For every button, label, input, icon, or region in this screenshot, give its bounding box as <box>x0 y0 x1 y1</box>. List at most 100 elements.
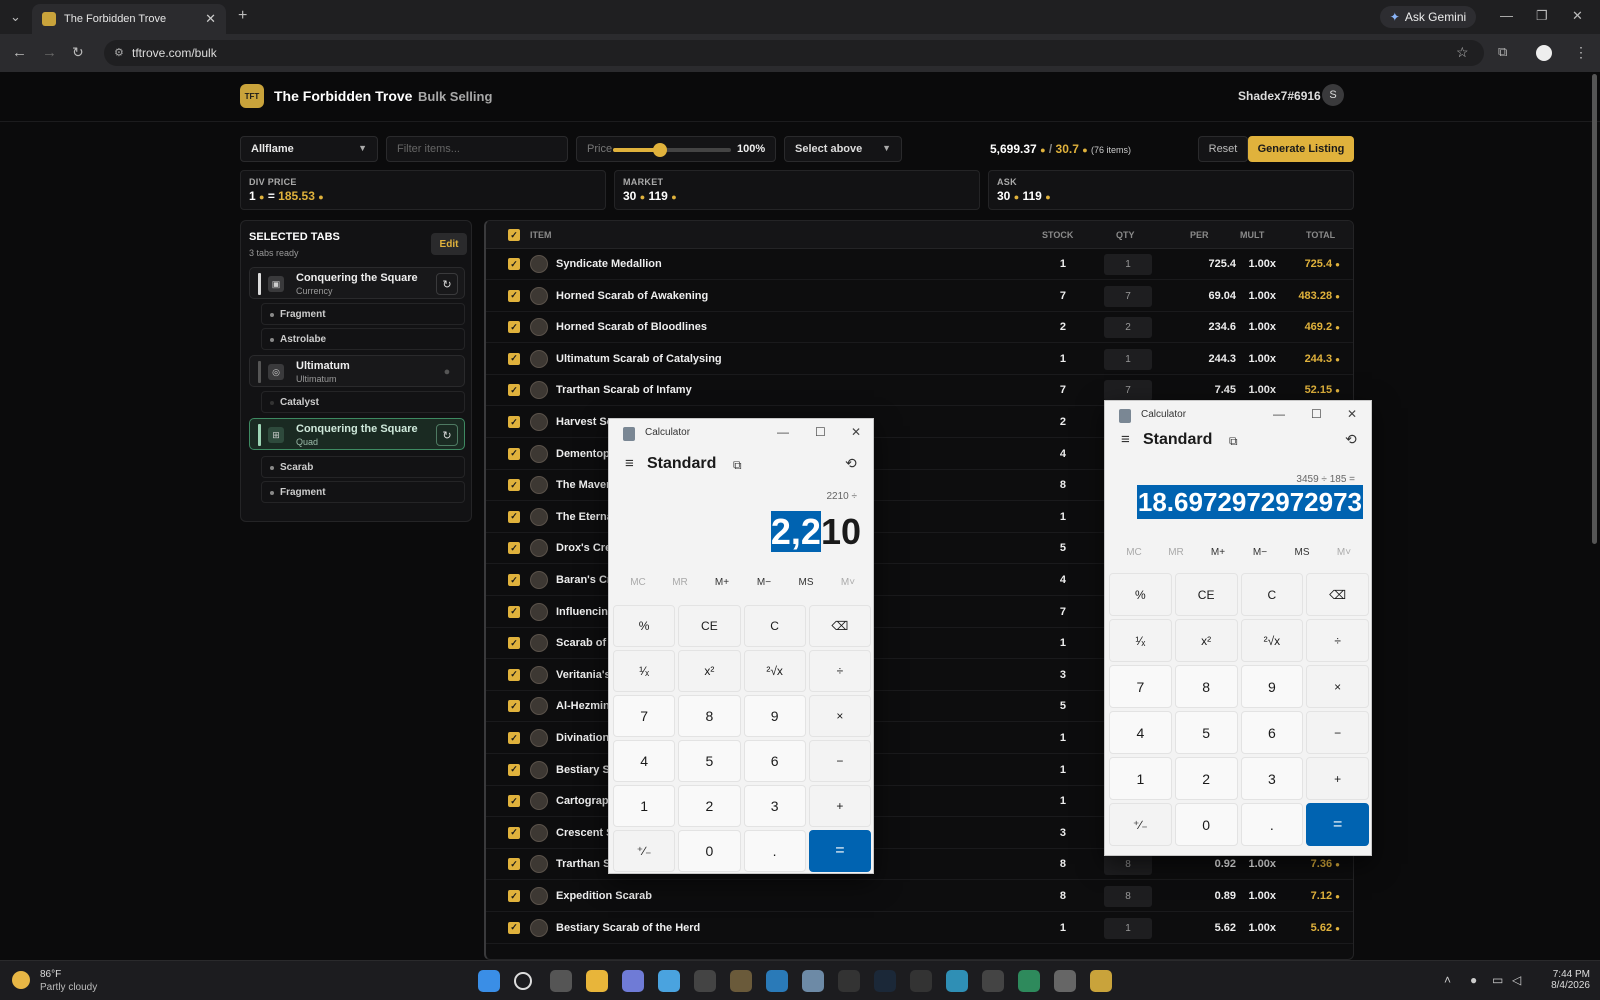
username[interactable]: Shadex7#6916 <box>1238 89 1321 103</box>
calc-key[interactable]: 5 <box>678 740 741 782</box>
row-checkbox[interactable]: ✓ <box>508 289 520 302</box>
app-icon-2[interactable] <box>730 970 752 992</box>
row-checkbox[interactable]: ✓ <box>508 574 520 586</box>
row-checkbox[interactable]: ✓ <box>508 826 520 839</box>
calc-key[interactable]: × <box>1306 665 1369 708</box>
memory-button[interactable]: M− <box>1239 547 1281 558</box>
site-info-icon[interactable]: ⚙ <box>114 46 124 59</box>
calc-key[interactable]: 5 <box>1174 711 1238 754</box>
item-qty-input[interactable]: 7 <box>1104 380 1152 402</box>
nav-bulk-selling[interactable]: Bulk Selling <box>418 89 492 104</box>
browser-tab[interactable]: The Forbidden Trove ✕ <box>32 4 226 34</box>
calculator-display[interactable]: 2,210 <box>639 511 861 553</box>
table-row[interactable]: ✓ Expedition Scarab 8 8 0.89 1.00x 7.12 ● <box>486 881 1353 912</box>
select-above-dropdown[interactable]: Select above ▼ <box>784 136 902 162</box>
col-total[interactable]: TOTAL <box>1306 230 1335 240</box>
calc-key[interactable]: 6 <box>743 740 806 782</box>
extensions-icon[interactable]: ⧉ <box>1498 44 1507 60</box>
new-tab-icon[interactable]: + <box>238 7 247 25</box>
forward-icon[interactable]: → <box>42 44 57 61</box>
back-icon[interactable]: ← <box>12 44 27 61</box>
hamburger-menu-icon[interactable]: ≡ <box>625 455 634 472</box>
memory-button[interactable]: M+ <box>1197 547 1239 558</box>
url-input[interactable]: ⚙ tftrove.com/bulk <box>104 40 1484 66</box>
app-icon-4[interactable] <box>838 970 860 992</box>
row-checkbox[interactable]: ✓ <box>508 763 520 776</box>
app-icon-1[interactable] <box>694 970 716 992</box>
window-minimize-icon[interactable]: — <box>1273 407 1285 421</box>
task-view-icon[interactable] <box>550 970 572 992</box>
memory-button[interactable]: M˅ <box>827 577 869 588</box>
memory-button[interactable]: MC <box>617 577 659 588</box>
window-minimize-icon[interactable]: — <box>777 425 789 439</box>
table-row[interactable]: ✓ Horned Scarab of Bloodlines 2 2 234.6 1.00x… <box>486 312 1353 344</box>
reset-button[interactable]: Reset <box>1198 136 1248 162</box>
keep-on-top-icon[interactable]: ⧉ <box>1229 434 1238 449</box>
stash-tab-currency[interactable]: ▣ Conquering the Square Currency ↻ <box>249 267 465 299</box>
row-checkbox[interactable]: ✓ <box>508 605 520 618</box>
select-all-checkbox[interactable]: ✓ <box>508 229 520 241</box>
calc-key[interactable]: ¹⁄ₓ <box>613 650 676 692</box>
calc-key[interactable]: 8 <box>1174 665 1238 708</box>
calc-key[interactable]: ²√x <box>743 650 806 692</box>
subtab-fragment[interactable]: Fragment <box>261 303 465 325</box>
refresh-icon[interactable]: ↻ <box>436 273 458 295</box>
row-checkbox[interactable]: ✓ <box>508 321 520 334</box>
calc-key[interactable]: 9 <box>1240 665 1304 708</box>
brand-title[interactable]: The Forbidden Trove <box>274 88 412 104</box>
memory-button[interactable]: M+ <box>701 577 743 588</box>
calc-key[interactable]: × <box>808 695 871 737</box>
col-mult[interactable]: MULT <box>1240 230 1264 240</box>
calc-key[interactable]: + <box>1306 757 1369 800</box>
calc-key[interactable]: 8 <box>678 695 741 737</box>
bookmark-star-icon[interactable]: ☆ <box>1456 44 1469 61</box>
calc-key[interactable]: 3 <box>743 785 806 827</box>
calc-key[interactable]: 2 <box>1174 757 1238 800</box>
table-row[interactable]: ✓ Bestiary Scarab of the Herd 1 1 5.62 1.00x 5… <box>486 913 1353 944</box>
calc-key[interactable]: ²√x <box>1240 619 1304 662</box>
col-per[interactable]: PER <box>1190 230 1209 240</box>
discord-icon[interactable] <box>622 970 644 992</box>
stash-tab-quad[interactable]: ⊞ Conquering the Square Quad ↻ <box>249 418 465 450</box>
history-icon[interactable]: ⟲ <box>845 455 857 472</box>
calc-key[interactable]: 6 <box>1240 711 1304 754</box>
window-close-icon[interactable]: ✕ <box>851 425 861 439</box>
settings-icon[interactable] <box>1054 970 1076 992</box>
window-close-icon[interactable]: ✕ <box>1572 8 1583 24</box>
calc-key[interactable]: ⁺∕₋ <box>1109 803 1172 846</box>
calc-key[interactable]: ¹⁄ₓ <box>1109 619 1172 662</box>
stash-tab-ultimatum[interactable]: ◎ Ultimatum Ultimatum ● <box>249 355 465 387</box>
system-clock[interactable]: 7:44 PM 8/4/2026 <box>1530 969 1590 991</box>
calc-key[interactable]: + <box>808 785 871 827</box>
table-row[interactable]: ✓ Ultimatum Scarab of Catalysing 1 1 244.3 1.… <box>486 344 1353 375</box>
row-checkbox[interactable]: ✓ <box>508 258 520 270</box>
price-slider[interactable] <box>613 143 731 157</box>
app-icon-5[interactable] <box>910 970 932 992</box>
item-qty-input[interactable]: 1 <box>1104 917 1152 939</box>
calc-key[interactable]: C <box>1240 573 1304 616</box>
calc-key[interactable]: = <box>1306 803 1369 846</box>
avatar[interactable]: S <box>1322 84 1344 106</box>
calc-key[interactable]: CE <box>678 605 741 647</box>
subtab-astrolabe[interactable]: Astrolabe <box>261 328 465 350</box>
memory-button[interactable]: MC <box>1113 547 1155 558</box>
memory-button[interactable]: MS <box>1281 547 1323 558</box>
calc-key[interactable]: ⌫ <box>1306 573 1369 616</box>
item-qty-input[interactable]: 7 <box>1104 285 1152 307</box>
calc-key[interactable]: ⌫ <box>808 605 871 647</box>
calc-key[interactable]: x² <box>678 650 741 692</box>
window-restore-icon[interactable]: ❐ <box>1536 8 1548 24</box>
browser-menu-icon[interactable]: ⋮ <box>1574 44 1588 61</box>
row-checkbox[interactable]: ✓ <box>508 510 520 523</box>
row-checkbox[interactable]: ✓ <box>508 732 520 744</box>
tray-chevron-icon[interactable]: ˄ <box>1444 973 1451 987</box>
calc-key[interactable]: 2 <box>678 785 741 827</box>
calc-key[interactable]: 1 <box>1109 757 1172 800</box>
refresh-icon[interactable]: ↻ <box>436 424 458 446</box>
calc-key[interactable]: . <box>1240 803 1304 846</box>
search-icon[interactable] <box>514 972 532 990</box>
generate-listing-button[interactable]: Generate Listing <box>1248 136 1354 162</box>
edit-tabs-button[interactable]: Edit <box>431 233 467 255</box>
row-checkbox[interactable]: ✓ <box>508 447 520 460</box>
calc-key[interactable]: 1 <box>613 785 676 827</box>
